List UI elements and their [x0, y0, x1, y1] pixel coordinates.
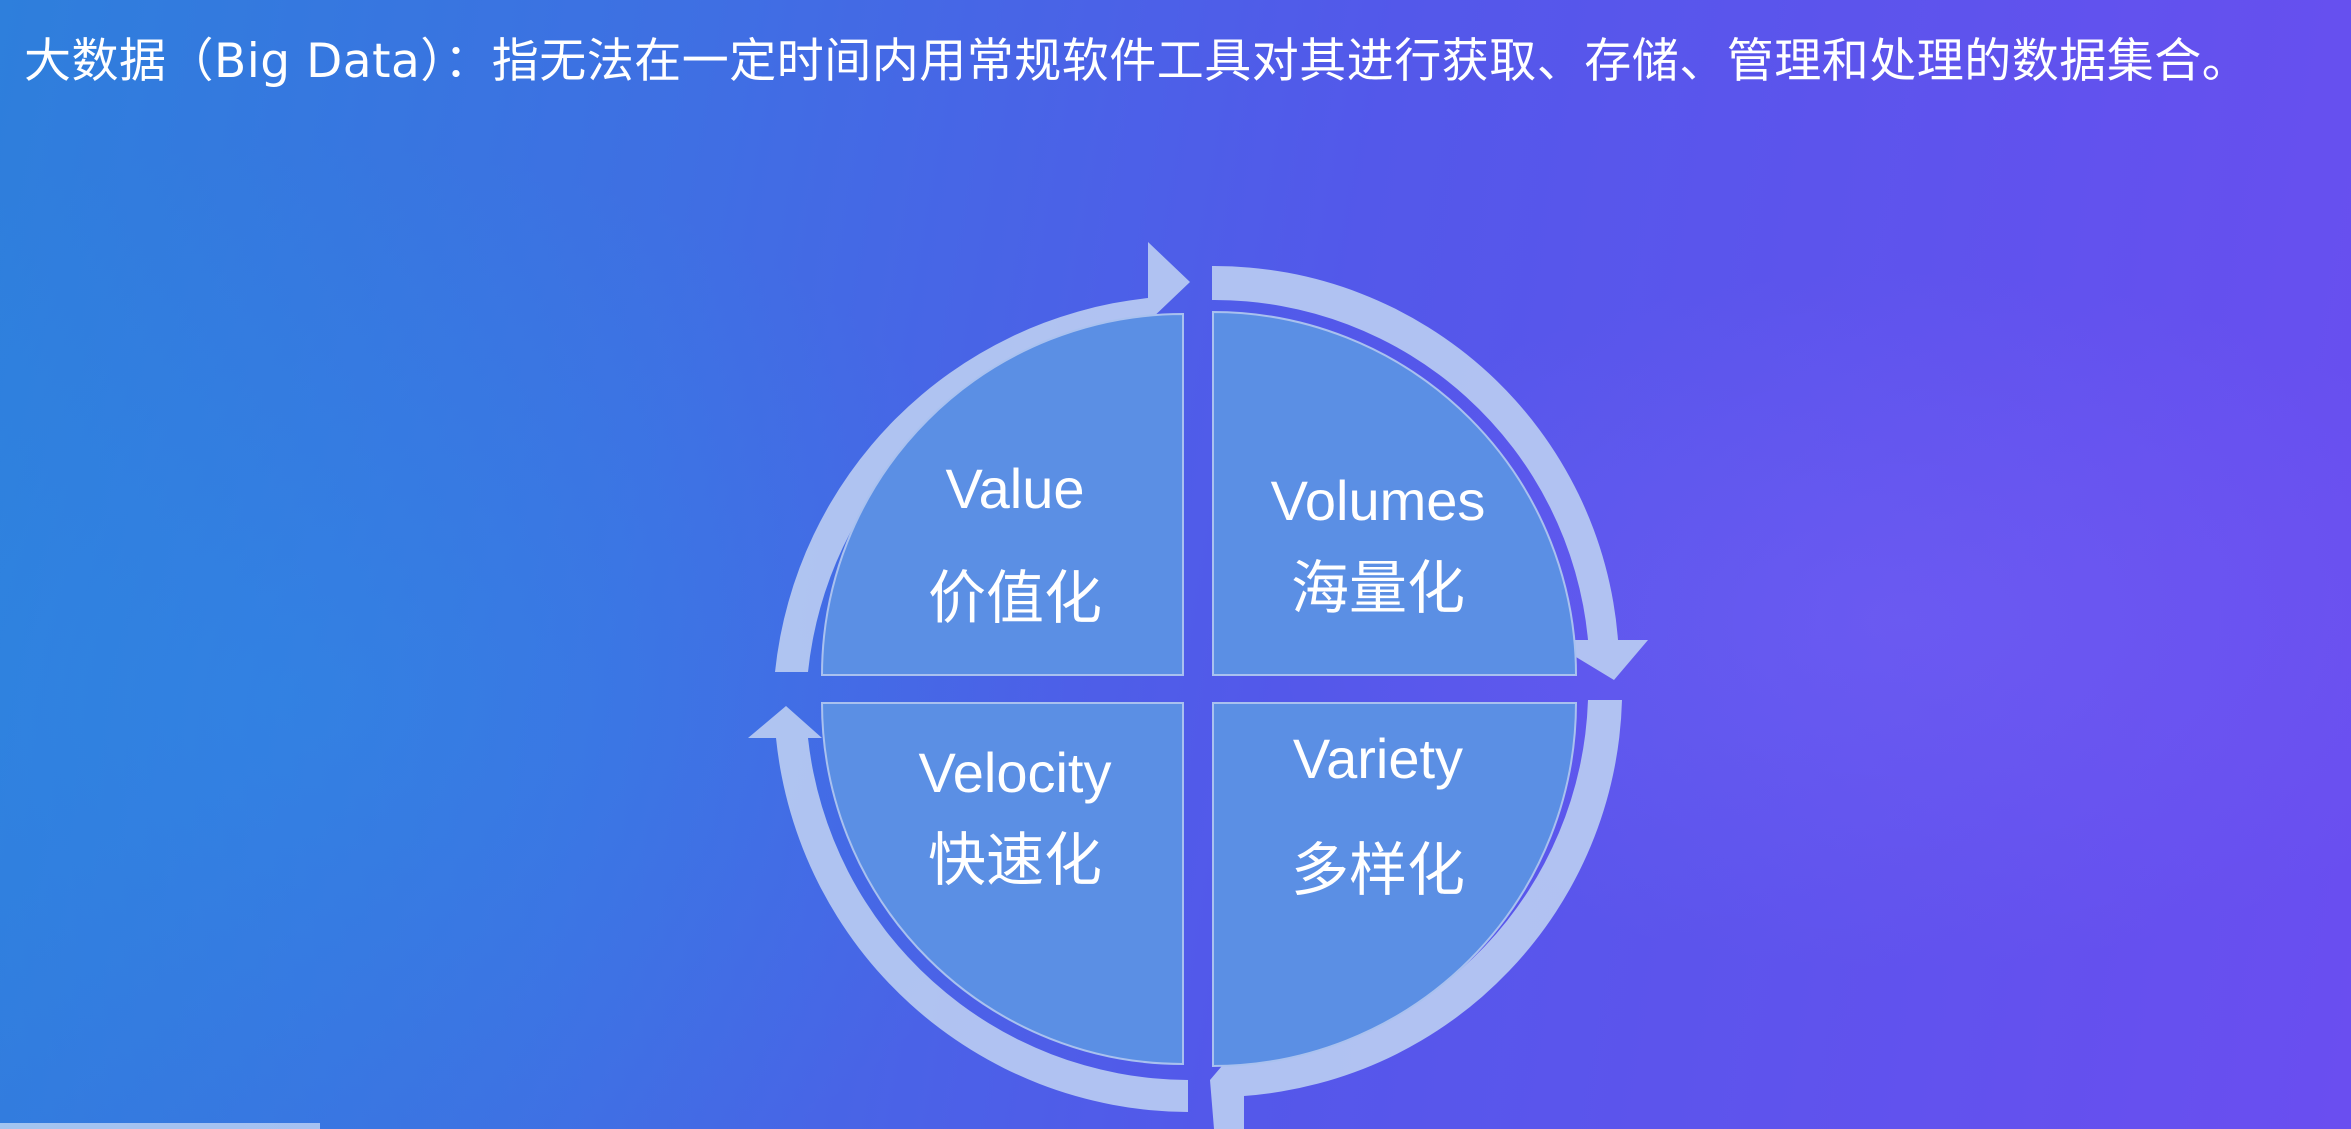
- label-variety-zh: 多样化: [1291, 836, 1465, 904]
- label-value-zh: 价值化: [928, 564, 1102, 632]
- big-data-cycle-diagram: Value 价值化 Volumes 海量化 Velocity 快速化 Varie…: [748, 242, 1648, 1129]
- quadrants: [820, 310, 1578, 1068]
- label-volumes-en: Volumes: [1271, 469, 1486, 532]
- arc-ring: [748, 242, 1648, 1129]
- label-velocity-zh: 快速化: [928, 826, 1102, 894]
- label-volumes-zh: 海量化: [1291, 554, 1465, 622]
- label-variety-en: Variety: [1293, 727, 1463, 790]
- label-value-en: Value: [945, 457, 1084, 520]
- progress-track: [0, 1123, 320, 1129]
- label-velocity-en: Velocity: [919, 741, 1112, 804]
